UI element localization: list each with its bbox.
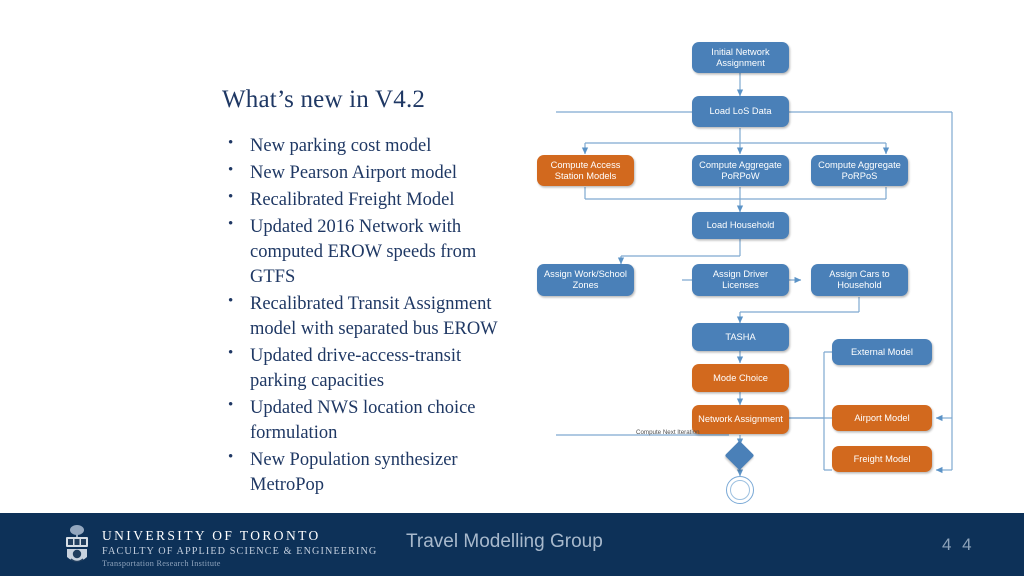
logo-university-name: UNIVERSITY OF TORONTO (102, 528, 321, 543)
edge-label-compute-next-iteration: Compute Next Iteration (636, 429, 700, 436)
flow-node-label: Freight Model (853, 453, 911, 464)
page-number: 4 4 (942, 535, 975, 554)
flow-node-freight-model[interactable]: Freight Model (832, 446, 932, 472)
footer-bar: UNIVERSITY OF TORONTO FACULTY OF APPLIED… (0, 513, 1024, 576)
flow-node-initial-network-assignment[interactable]: Initial Network Assignment (692, 42, 789, 73)
flow-node-tasha[interactable]: TASHA (692, 323, 789, 351)
flow-node-label: Assign Work/School Zones (543, 269, 628, 290)
flow-node-label: Load Household (706, 220, 775, 231)
flow-node-label: Network Assignment (698, 414, 783, 425)
flow-node-load-household[interactable]: Load Household (692, 212, 789, 239)
flow-node-label: Airport Model (854, 412, 910, 423)
slide-canvas: What’s new in V4.2 New parking cost mode… (0, 0, 1024, 576)
flow-node-mode-choice[interactable]: Mode Choice (692, 364, 789, 392)
list-item: Updated 2016 Network with computed EROW … (222, 214, 522, 290)
flow-node-label: Mode Choice (713, 372, 768, 383)
bullet-list: New parking cost model New Pearson Airpo… (222, 132, 522, 499)
logo-institute-name: Transportation Research Institute (102, 559, 221, 569)
list-item: Recalibrated Freight Model (222, 187, 522, 213)
list-item: Updated drive-access-transit parking cap… (222, 343, 522, 394)
flow-node-label: Assign Driver Licenses (712, 269, 769, 290)
list-item: New Pearson Airport model (222, 160, 522, 186)
flow-node-label: TASHA (725, 331, 756, 342)
flow-node-label: Initial Network Assignment (711, 46, 770, 68)
flow-node-network-assignment[interactable]: Network Assignment (692, 405, 789, 434)
page-title: What’s new in V4.2 (222, 86, 426, 113)
uoft-logo-text: UNIVERSITY OF TORONTO FACULTY OF APPLIED… (102, 528, 377, 570)
flow-node-label: Compute Access Station Models (550, 159, 621, 181)
flow-node-assign-cars-to-household[interactable]: Assign Cars to Household (811, 264, 908, 296)
content-pane: What’s new in V4.2 New parking cost mode… (222, 86, 522, 500)
flow-node-compute-aggregate-porpow[interactable]: Compute Aggregate PoRPoW (692, 155, 789, 186)
list-item: Updated NWS location choice formulation (222, 395, 522, 446)
flow-node-label: Load LoS Data (709, 106, 772, 117)
list-item: Recalibrated Transit Assignment model wi… (222, 291, 522, 342)
flow-node-load-los-data[interactable]: Load LoS Data (692, 96, 789, 127)
logo-faculty-name: FACULTY OF APPLIED SCIENCE & ENGINEERING (102, 545, 378, 557)
list-item: New parking cost model (222, 132, 522, 159)
flowchart-diagram: Initial Network Assignment Load LoS Data… (537, 24, 976, 504)
uoft-logo: UNIVERSITY OF TORONTO FACULTY OF APPLIED… (60, 524, 377, 570)
uoft-crest-icon (60, 524, 94, 568)
flow-node-compute-aggregate-porpos[interactable]: Compute Aggregate PoRPoS (811, 155, 908, 186)
list-item: New Population synthesizer MetroPop (222, 447, 522, 498)
flow-node-label: Compute Aggregate PoRPoS (818, 159, 901, 181)
flow-node-compute-access-station-models[interactable]: Compute Access Station Models (537, 155, 634, 186)
flow-node-label: External Model (850, 346, 913, 357)
flow-node-external-model[interactable]: External Model (832, 339, 932, 365)
footer-title: Travel Modelling Group (406, 531, 603, 552)
flow-node-label: Compute Aggregate PoRPoW (699, 159, 782, 181)
flow-node-airport-model[interactable]: Airport Model (832, 405, 932, 431)
flow-node-assign-work-school-zones[interactable]: Assign Work/School Zones (537, 264, 634, 296)
flow-node-label: Assign Cars to Household (829, 269, 890, 290)
flow-node-assign-driver-licenses[interactable]: Assign Driver Licenses (692, 264, 789, 296)
end-node (726, 476, 754, 504)
